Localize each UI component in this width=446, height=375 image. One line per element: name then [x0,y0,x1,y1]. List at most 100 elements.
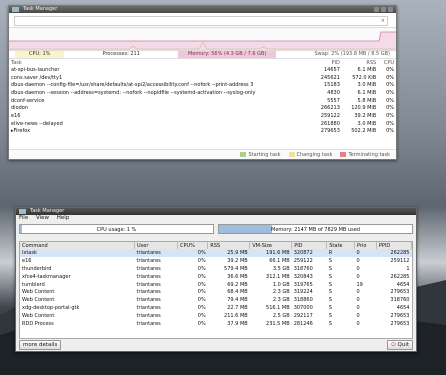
process-rss: 579.4 MB [224,265,248,272]
table-row[interactable]: e16 triantares 0% 39.2 MB 66.1 MB 259122 S 0 259… [20,257,412,265]
process-prio: 19 [356,281,363,288]
app-icon [19,209,26,214]
table-row[interactable]: at-spi-bus-launcher 14657 6.1 MiB 0% [9,66,396,74]
task-rss: 5.8 MiB [357,97,377,104]
process-cpu: 0% [197,281,206,288]
column-header-user[interactable]: User [134,242,178,249]
clear-icon[interactable]: × [381,17,385,25]
column-header-cpu[interactable]: CPU% [177,242,209,249]
process-state: S [328,313,332,320]
task-rss: 572.0 KiB [352,74,377,81]
process-command: RDD Process [22,320,54,327]
column-header-task[interactable]: Task [9,59,313,66]
process-pid: 259122 [293,257,313,264]
process-prio: 0 [356,257,360,264]
maximize-icon[interactable] [381,7,386,12]
column-header-rss[interactable]: RSS [207,242,251,249]
legend-swatch-terminating [340,151,347,157]
task-cpu: 0% [386,74,394,81]
task-cpu: 0% [386,128,394,135]
table-row[interactable]: tumblerd triantares 0% 69.2 MB 1.0 GB 319765 S… [20,281,412,289]
column-header-pid[interactable]: PID [291,242,328,249]
table-row[interactable]: dbus-daemon --session --address=systemd:… [9,89,396,97]
legend-terminating: Terminating task [340,151,390,158]
process-vm-size: 66.1 MB [269,257,290,264]
search-input[interactable]: × [14,16,388,26]
task-pid: 279653 [320,128,340,135]
menu-view[interactable]: View [36,215,49,221]
process-ppid: 279653 [390,320,410,327]
task-cpu: 0% [386,105,394,112]
cpu-stat: CPU: 1% [15,51,65,58]
task-cpu: 0% [386,89,394,96]
table-row[interactable]: lxtask triantares 0% 25.9 MB 191.6 MB 320872 R… [20,249,412,257]
column-header-cpu[interactable]: CPU [378,59,396,66]
process-list: Command User CPU% RSS VM-Size PID State … [19,241,413,339]
task-rss: 39.2 MiB [354,112,377,119]
column-header-vm-size[interactable]: VM-Size [249,242,293,249]
table-row[interactable]: xdg-desktop-portal-gtk triantares 0% 22.7 M… [20,304,412,312]
task-pid: 14657 [323,66,340,73]
memory-usage-fill [219,225,272,233]
process-cpu: 0% [197,313,206,320]
process-rss: 68.4 MB [227,289,248,296]
process-user: triantares [136,273,161,280]
table-row[interactable]: xfce4-taskmanager triantares 0% 36.6 MB 312.… [20,273,412,281]
table-row[interactable]: e16 259122 39.2 MiB 0% [9,112,396,120]
process-cpu: 0% [197,320,206,327]
task-cpu: 0% [386,120,394,127]
column-header-prio[interactable]: Prio [354,242,377,249]
column-header-rss[interactable]: RSS [342,59,378,66]
process-rss: 79.4 MB [227,297,248,304]
process-state: S [328,289,332,296]
table-row[interactable]: cons.saver /dev/tty1 245621 572.0 KiB 0% [9,74,396,82]
column-header-pid[interactable]: PID [313,59,342,66]
table-row[interactable]: dconf-service 5557 5.8 MiB 0% [9,97,396,105]
task-legend: Starting task Changing task Terminating … [9,149,396,159]
task-pid: 261880 [320,120,340,127]
quit-button[interactable]: ⏻ Quit [387,340,413,350]
process-vm-size: 191.6 MB [249,249,292,257]
title-bar[interactable]: Task Manager [9,6,396,13]
minimize-icon[interactable] [374,7,379,12]
table-row[interactable]: Web Content triantares 0% 79.4 MB 2.3 GB 3188… [20,296,412,304]
process-cpu: 0% [197,289,206,296]
close-icon[interactable] [388,7,393,12]
process-state: R [326,249,355,257]
bottom-bar: more details ⏻ Quit [16,340,416,350]
task-rss: 6.1 MiB [357,89,377,96]
table-row[interactable]: Web Content triantares 0% 211.6 MB 2.5 GB 292… [20,312,412,320]
process-command: lxtask [20,249,135,257]
column-header-state[interactable]: State [326,242,355,249]
process-rss: 211.6 MB [224,313,248,320]
process-ppid: 259112 [390,257,410,264]
process-user: triantares [136,320,161,327]
memory-usage-label: Memory: 2147 MB of 7829 MB used [271,227,360,233]
table-row[interactable]: dbus-daemon --config-file=/usr/share/def… [9,81,396,89]
task-pid: 5557 [327,97,340,104]
table-row[interactable]: diodon 266213 120.9 MiB 0% [9,104,396,112]
menu-file[interactable]: File [19,215,28,221]
process-command: xdg-desktop-portal-gtk [22,305,80,312]
toolbar: × [9,13,396,28]
column-header-command[interactable]: Command [20,242,135,249]
column-header-ppid[interactable]: PPID [376,242,412,249]
table-row[interactable]: elive-news --delayed 261880 3.0 MiB 0% [9,120,396,128]
menu-help[interactable]: Help [57,215,70,221]
table-row[interactable]: ▸Firefox 279653 502.2 MiB 0% [9,128,396,136]
task-name: ▸Firefox [11,128,31,135]
table-row[interactable]: RDD Process triantares 0% 37.9 MB 231.5 MB 28… [20,320,412,328]
process-vm-size: 1.0 GB [272,281,290,288]
process-ppid: 1 [406,265,410,272]
table-row[interactable]: Web Content triantares 0% 68.4 MB 2.3 GB 3192… [20,288,412,296]
task-name: diodon [11,105,29,112]
legend-swatch-starting [240,151,247,157]
process-vm-size: 516.1 MB [266,305,290,312]
process-pid: 292117 [293,313,313,320]
title-bar[interactable]: Task Manager [16,208,416,215]
table-row[interactable]: thunderbird triantares 0% 579.4 MB 3.5 GB 318… [20,265,412,273]
more-details-button[interactable]: more details [19,340,62,350]
process-pid: 320872 [291,249,327,257]
task-rss: 3.0 MiB [357,82,377,89]
task-name: elive-news --delayed [11,120,63,127]
